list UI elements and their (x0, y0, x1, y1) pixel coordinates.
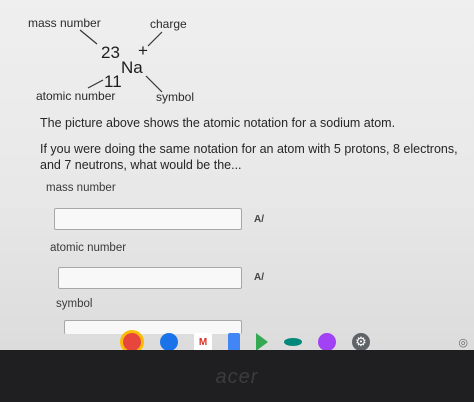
symbol-field-label: symbol (56, 298, 93, 310)
play-icon[interactable] (256, 333, 268, 350)
symbol-label: symbol (156, 90, 195, 104)
edge-icon: ◎ (458, 337, 468, 349)
atomic-notation-diagram: mass number charge 23 + Na 11 atomic num… (0, 0, 474, 110)
atomic-number-input[interactable] (58, 267, 242, 289)
meet-icon[interactable] (284, 338, 302, 346)
chrome-icon[interactable] (120, 330, 144, 350)
mass-number-input[interactable] (54, 208, 242, 230)
atomic-number-field-label: atomic number (50, 242, 127, 254)
spellcheck-icon[interactable]: A/ (254, 272, 264, 283)
question-prompt: If you were doing the same notation for … (40, 142, 458, 172)
atomic-pointer-line (87, 79, 104, 89)
mass-value: 23 (101, 43, 120, 62)
docs-icon[interactable] (228, 333, 240, 350)
gmail-icon[interactable]: M (194, 333, 212, 350)
spellcheck-icon[interactable]: A/ (254, 214, 264, 225)
taskbar-shelf: M ⚙ (120, 330, 370, 350)
question-intro: The picture above shows the atomic notat… (40, 116, 396, 130)
app-icon[interactable] (318, 333, 336, 350)
charge-pointer-line (147, 31, 163, 47)
atomic-number-label: atomic number (36, 89, 116, 103)
mass-pointer-line (79, 29, 98, 45)
element-symbol: Na (121, 58, 143, 77)
brand-logo: acer (215, 366, 259, 388)
files-icon[interactable] (160, 333, 178, 350)
charge-label: charge (150, 17, 187, 31)
screen: mass number charge 23 + Na 11 atomic num… (0, 0, 474, 350)
mass-number-label: mass number (28, 16, 101, 30)
mass-number-field-label: mass number (46, 182, 116, 194)
settings-icon[interactable]: ⚙ (352, 333, 370, 350)
